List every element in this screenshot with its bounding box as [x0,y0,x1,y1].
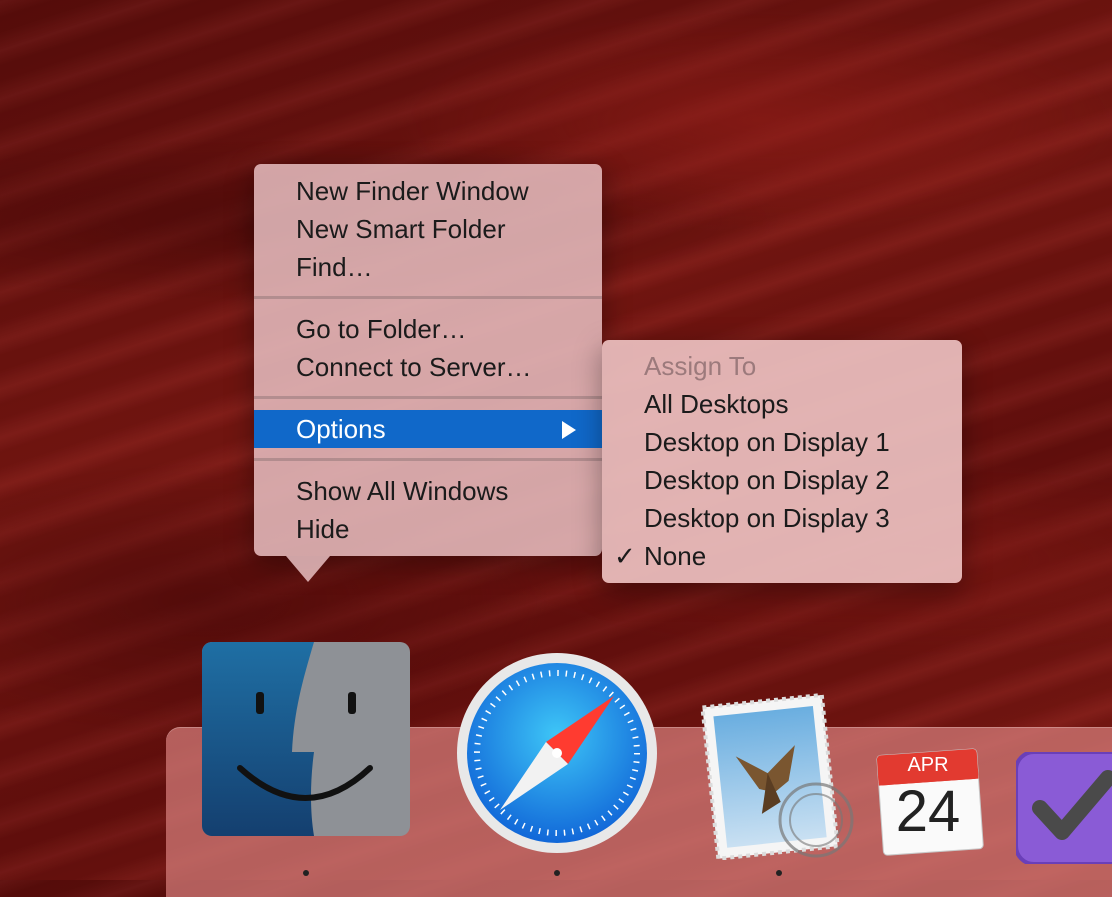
safari-running-indicator [554,870,560,876]
menu-item-hide[interactable]: Hide [254,510,602,548]
menu-item-find[interactable]: Find… [254,248,602,286]
finder-icon[interactable] [202,642,410,836]
menu-item-go-to-folder[interactable]: Go to Folder… [254,310,602,348]
mail-running-indicator [776,870,782,876]
menu-separator [254,458,602,461]
menu-item-options-label: Options [296,414,386,444]
submenu-header-assign-to: Assign To [644,351,757,381]
calendar-day: 24 [895,779,961,844]
submenu-item-none-label: None [644,541,707,571]
calendar-month: APR [907,754,949,776]
submenu-arrow-icon [562,421,576,439]
menu-item-show-all-windows[interactable]: Show All Windows [254,472,602,510]
calendar-icon[interactable]: APR 24 [876,746,986,856]
finder-context-menu: New Finder Window New Smart Folder Find…… [254,164,602,556]
submenu-item-display-3[interactable]: Desktop on Display 3 [602,499,962,537]
menu-item-connect-to-server[interactable]: Connect to Server… [254,348,602,386]
menu-item-new-smart-folder[interactable]: New Smart Folder [254,210,602,248]
safari-icon[interactable] [456,652,658,854]
submenu-item-all-desktops[interactable]: All Desktops [602,385,962,423]
submenu-item-none[interactable]: ✓ None [602,537,962,575]
omnifocus-icon[interactable] [1016,752,1112,864]
options-submenu: Assign To All Desktops Desktop on Displa… [602,340,962,583]
menu-item-options[interactable]: Options [254,410,602,448]
menu-pointer [286,556,330,582]
menu-separator [254,296,602,299]
submenu-item-display-1[interactable]: Desktop on Display 1 [602,423,962,461]
checkmark-icon: ✓ [614,541,636,571]
finder-running-indicator [303,870,309,876]
menu-separator [254,396,602,399]
submenu-item-display-2[interactable]: Desktop on Display 2 [602,461,962,499]
menu-item-new-finder-window[interactable]: New Finder Window [254,172,602,210]
mail-icon[interactable] [698,692,858,861]
